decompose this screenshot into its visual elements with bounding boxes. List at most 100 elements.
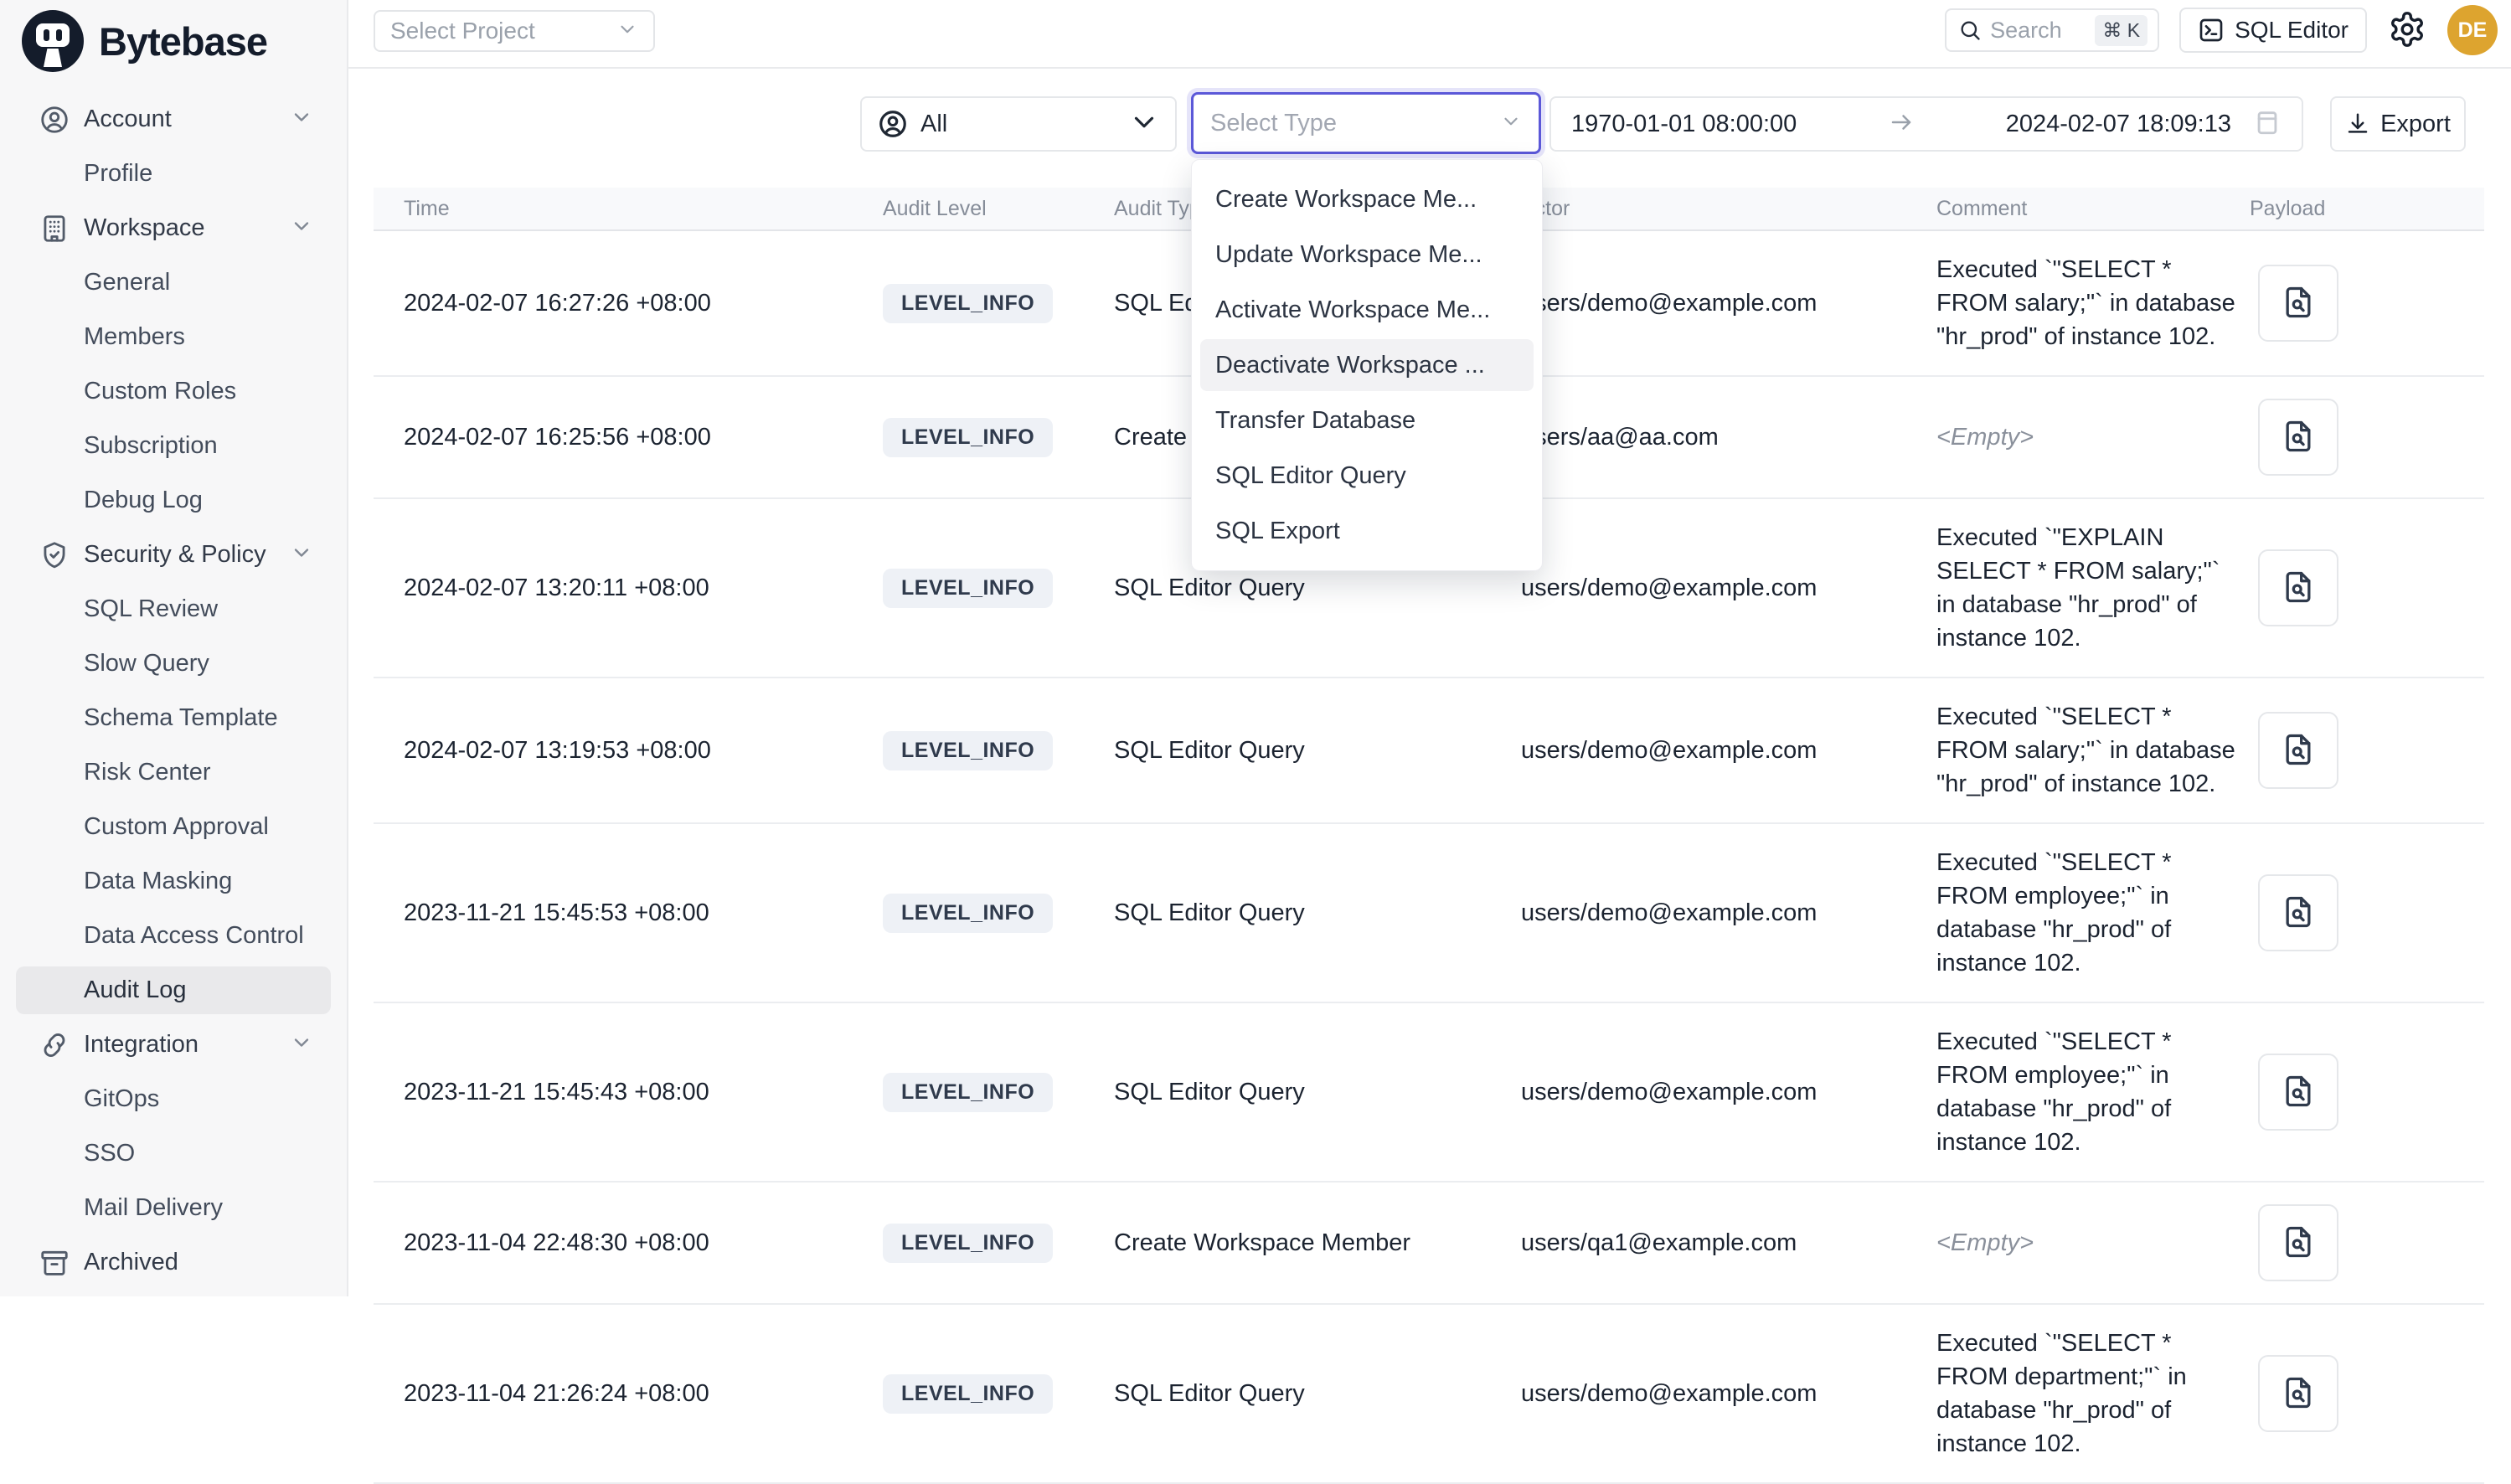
cell-actor: users/demo@example.com (1521, 1380, 1936, 1408)
sql-editor-button[interactable]: SQL Editor (2179, 8, 2367, 53)
cell-audit-type: SQL Editor Query (1114, 899, 1521, 927)
sidebar-item-sql-review[interactable]: SQL Review (0, 582, 347, 636)
sidebar-item-security-policy[interactable]: Security & Policy (0, 528, 347, 582)
sidebar-item-label: Integration (84, 1031, 199, 1059)
cell-audit-type: SQL Editor Query (1114, 1079, 1521, 1106)
sidebar-item-data-masking[interactable]: Data Masking (0, 854, 347, 909)
cell-audit-type: Create Workspace Member (1114, 1229, 1521, 1257)
type-filter-select[interactable]: Select Type (1191, 92, 1541, 154)
audit-level-badge: LEVEL_INFO (883, 284, 1053, 323)
sidebar-item-label: Archived (84, 1249, 178, 1276)
actor-filter-select[interactable]: All (860, 96, 1177, 152)
file-search-icon (2280, 569, 2317, 608)
active-item-highlight (16, 1075, 331, 1123)
sidebar-item-profile[interactable]: Profile (0, 147, 347, 201)
type-menu-item-transfer-database[interactable]: Transfer Database (1192, 393, 1542, 448)
chevron-down-icon (1128, 106, 1160, 142)
sidebar-item-label: GitOps (84, 1085, 159, 1113)
bytebase-logo-icon (22, 10, 84, 72)
payload-view-button[interactable] (2258, 549, 2338, 626)
payload-view-button[interactable] (2258, 265, 2338, 342)
sidebar-item-archived[interactable]: Archived (0, 1235, 347, 1290)
cell-audit-type: SQL Editor Query (1114, 737, 1521, 765)
sidebar-item-mail-delivery[interactable]: Mail Delivery (0, 1181, 347, 1235)
cell-comment: Executed `"SELECT * FROM salary;"` in da… (1936, 700, 2250, 801)
sidebar-item-schema-template[interactable]: Schema Template (0, 691, 347, 745)
sidebar-item-custom-roles[interactable]: Custom Roles (0, 364, 347, 419)
active-item-highlight (16, 259, 331, 307)
sidebar-item-gitops[interactable]: GitOps (0, 1072, 347, 1126)
cell-payload (2250, 1054, 2484, 1131)
cell-time: 2024-02-07 13:19:53 +08:00 (374, 737, 883, 765)
sidebar-item-integration[interactable]: Integration (0, 1018, 347, 1072)
payload-view-button[interactable] (2258, 1355, 2338, 1432)
sidebar-item-account[interactable]: Account (0, 92, 347, 147)
type-menu-item-sql-export[interactable]: SQL Export (1192, 503, 1542, 559)
cell-comment: Executed `"SELECT * FROM employee;"` in … (1936, 1025, 2250, 1159)
sidebar-item-data-access-control[interactable]: Data Access Control (0, 909, 347, 963)
sidebar-item-label: Mail Delivery (84, 1194, 223, 1222)
sidebar-item-risk-center[interactable]: Risk Center (0, 745, 347, 800)
file-search-icon (2280, 418, 2317, 457)
actor-filter-value: All (920, 111, 1128, 138)
type-menu-item-activate-workspace-me[interactable]: Activate Workspace Me... (1192, 282, 1542, 338)
sidebar-item-slow-query[interactable]: Slow Query (0, 636, 347, 691)
cell-audit-type: SQL Editor Query (1114, 575, 1521, 602)
file-search-icon (2280, 1374, 2317, 1414)
cell-payload (2250, 265, 2484, 342)
sidebar-item-label: Risk Center (84, 759, 211, 786)
sidebar-item-sso[interactable]: SSO (0, 1126, 347, 1181)
chevron-down-icon (616, 18, 638, 44)
type-menu-item-create-workspace-me[interactable]: Create Workspace Me... (1192, 172, 1542, 227)
cell-actor: users/demo@example.com (1521, 737, 1936, 765)
sidebar-item-custom-approval[interactable]: Custom Approval (0, 800, 347, 854)
gear-icon (2388, 10, 2426, 49)
sidebar-item-general[interactable]: General (0, 255, 347, 310)
file-search-icon (2280, 284, 2317, 323)
table-row: 2023-11-04 22:48:30 +08:00LEVEL_INFOCrea… (374, 1183, 2484, 1305)
table-row: 2023-11-21 15:45:53 +08:00LEVEL_INFOSQL … (374, 824, 2484, 1003)
sidebar-item-subscription[interactable]: Subscription (0, 419, 347, 473)
bytebase-logo[interactable]: Bytebase (0, 0, 347, 72)
export-button[interactable]: Export (2330, 96, 2466, 152)
type-menu-item-deactivate-workspace[interactable]: Deactivate Workspace ... (1192, 338, 1542, 393)
cell-audit-type: SQL Editor Query (1114, 1380, 1521, 1408)
avatar[interactable]: DE (2447, 5, 2498, 55)
date-start: 1970-01-01 08:00:00 (1571, 111, 1797, 138)
sidebar-item-debug-log[interactable]: Debug Log (0, 473, 347, 528)
payload-view-button[interactable] (2258, 1054, 2338, 1131)
project-select-placeholder: Select Project (390, 18, 616, 44)
cell-comment: Executed `"SELECT * FROM employee;"` in … (1936, 846, 2250, 980)
terminal-icon (2198, 17, 2225, 44)
cell-time: 2023-11-04 21:26:24 +08:00 (374, 1380, 883, 1408)
search-input[interactable]: Search ⌘ K (1945, 8, 2159, 52)
file-search-icon (2280, 731, 2317, 770)
type-menu-item-sql-editor-query[interactable]: SQL Editor Query (1192, 448, 1542, 503)
payload-view-button[interactable] (2258, 874, 2338, 951)
type-menu-item-update-workspace-me[interactable]: Update Workspace Me... (1192, 227, 1542, 282)
cell-payload (2250, 1355, 2484, 1432)
date-range-picker[interactable]: 1970-01-01 08:00:00 2024-02-07 18:09:13 (1549, 96, 2303, 152)
sidebar-item-workspace[interactable]: Workspace (0, 201, 347, 255)
active-item-highlight (16, 150, 331, 198)
project-select[interactable]: Select Project (374, 10, 655, 52)
brand-name: Bytebase (99, 18, 267, 64)
payload-view-button[interactable] (2258, 1204, 2338, 1281)
payload-view-button[interactable] (2258, 712, 2338, 789)
cell-audit-level: LEVEL_INFO (883, 1224, 1114, 1263)
file-search-icon (2280, 1073, 2317, 1112)
sidebar-item-audit-log[interactable]: Audit Log (0, 963, 347, 1018)
sidebar-item-label: Security & Policy (84, 541, 266, 569)
type-menu-item-label: SQL Editor Query (1215, 462, 1406, 490)
shield-check-icon (39, 539, 70, 571)
building-icon (39, 213, 70, 245)
cell-audit-level: LEVEL_INFO (883, 1374, 1114, 1414)
payload-view-button[interactable] (2258, 399, 2338, 476)
cell-audit-level: LEVEL_INFO (883, 569, 1114, 608)
cell-audit-level: LEVEL_INFO (883, 418, 1114, 457)
sidebar-item-members[interactable]: Members (0, 310, 347, 364)
arrow-right-icon (1797, 110, 2005, 139)
sidebar-item-label: SSO (84, 1140, 135, 1167)
cell-time: 2023-11-21 15:45:43 +08:00 (374, 1079, 883, 1106)
settings-button[interactable] (2387, 10, 2427, 50)
